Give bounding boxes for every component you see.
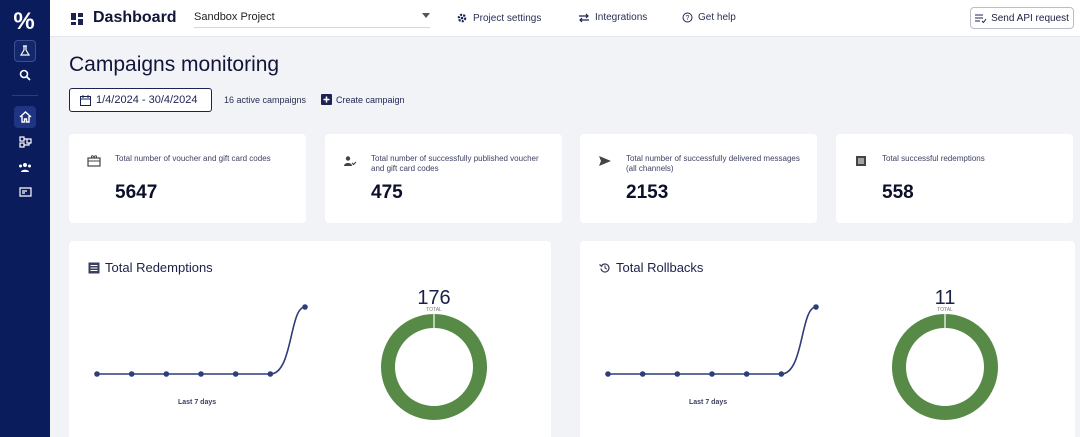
stat-value: 5647 [115, 182, 158, 203]
stat-value: 2153 [626, 182, 669, 203]
rollbacks-line-chart [605, 304, 819, 377]
data-point-4[interactable] [198, 371, 204, 377]
person-check-icon [343, 154, 357, 172]
series-line [608, 306, 817, 375]
gear-icon [457, 13, 467, 23]
total-redemptions-card: Total Redemptions Last 7 days 176 TOTAL [69, 241, 551, 437]
get-help-link[interactable]: ? Get help [682, 12, 736, 23]
api-list-icon [975, 14, 987, 23]
send-api-request-button[interactable]: Send API request [970, 7, 1074, 29]
line-chart-xlabel: Last 7 days [178, 399, 217, 406]
gift-card-icon [87, 154, 101, 172]
stat-card-redemptions: Total successful redemptions 558 [836, 134, 1073, 223]
data-point-5[interactable] [743, 371, 750, 377]
series-line [97, 306, 306, 375]
data-point-7[interactable] [302, 304, 308, 310]
sidebar: % [0, 0, 50, 437]
data-point-7[interactable] [813, 304, 819, 310]
topbar: Dashboard Sandbox Project Project settin… [50, 0, 1080, 37]
data-point-6[interactable] [267, 371, 274, 377]
logo-icon[interactable]: % [11, 10, 37, 34]
data-point-2[interactable] [128, 371, 135, 377]
create-campaign-button[interactable]: Create campaign [321, 94, 405, 105]
data-point-2[interactable] [639, 371, 646, 377]
sidebar-divider [12, 95, 38, 96]
rollbacks-donut-chart [892, 314, 998, 420]
home-icon[interactable] [14, 106, 36, 128]
workflow-icon[interactable] [14, 131, 36, 153]
project-settings-label: Project settings [473, 12, 542, 24]
stat-value: 475 [371, 182, 403, 203]
data-point-5[interactable] [232, 371, 239, 377]
svg-text:?: ? [686, 15, 690, 22]
donut-slice-1[interactable] [381, 314, 487, 420]
help-icon: ? [682, 12, 693, 23]
project-select-value: Sandbox Project [194, 11, 275, 23]
plus-icon [321, 94, 332, 105]
date-range-picker[interactable]: 1/4/2024 - 30/4/2024 [69, 88, 212, 112]
integrations-label: Integrations [595, 12, 648, 23]
search-icon[interactable] [14, 64, 36, 86]
stat-label: Total successful redemptions [882, 154, 985, 163]
project-settings-link[interactable]: Project settings [456, 12, 541, 24]
line-chart-xlabel: Last 7 days [689, 399, 728, 406]
stat-card-published: Total number of successfully published v… [325, 134, 562, 223]
campaigns-icon[interactable] [14, 181, 36, 203]
calendar-icon [80, 94, 91, 106]
data-point-3[interactable] [674, 371, 681, 377]
dashboard-icon [71, 12, 83, 30]
stat-label: Total number of voucher and gift card co… [115, 154, 271, 163]
active-campaigns-count: 16 active campaigns [224, 95, 307, 105]
project-select[interactable]: Sandbox Project [194, 6, 430, 28]
create-campaign-label: Create campaign [336, 94, 405, 105]
date-range-value: 1/4/2024 - 30/4/2024 [96, 94, 198, 106]
send-api-request-label: Send API request [991, 12, 1069, 24]
get-help-label: Get help [698, 12, 736, 23]
stat-label: Total number of successfully published v… [371, 154, 539, 173]
send-icon [598, 154, 612, 172]
data-point-1[interactable] [94, 371, 100, 377]
page-title: Campaigns monitoring [69, 53, 280, 76]
redemptions-donut-chart [381, 314, 487, 420]
arrows-icon [579, 13, 589, 22]
data-point-6[interactable] [778, 371, 785, 377]
customers-icon[interactable] [14, 156, 36, 178]
integrations-link[interactable]: Integrations [578, 12, 647, 23]
data-point-4[interactable] [709, 371, 715, 377]
stat-card-codes: Total number of voucher and gift card co… [69, 134, 306, 223]
page-heading: Dashboard [93, 9, 177, 26]
stat-label: Total number of successfully delivered m… [626, 154, 800, 173]
chevron-down-icon [422, 13, 430, 18]
total-rollbacks-card: Total Rollbacks Last 7 days 11 TOTAL [580, 241, 1075, 437]
list-icon [854, 154, 868, 172]
stat-value: 558 [882, 182, 914, 203]
data-point-1[interactable] [605, 371, 611, 377]
flask-icon[interactable] [14, 40, 36, 62]
donut-slice-1[interactable] [892, 314, 998, 420]
stat-card-messages: Total number of successfully delivered m… [580, 134, 817, 223]
data-point-3[interactable] [163, 371, 170, 377]
